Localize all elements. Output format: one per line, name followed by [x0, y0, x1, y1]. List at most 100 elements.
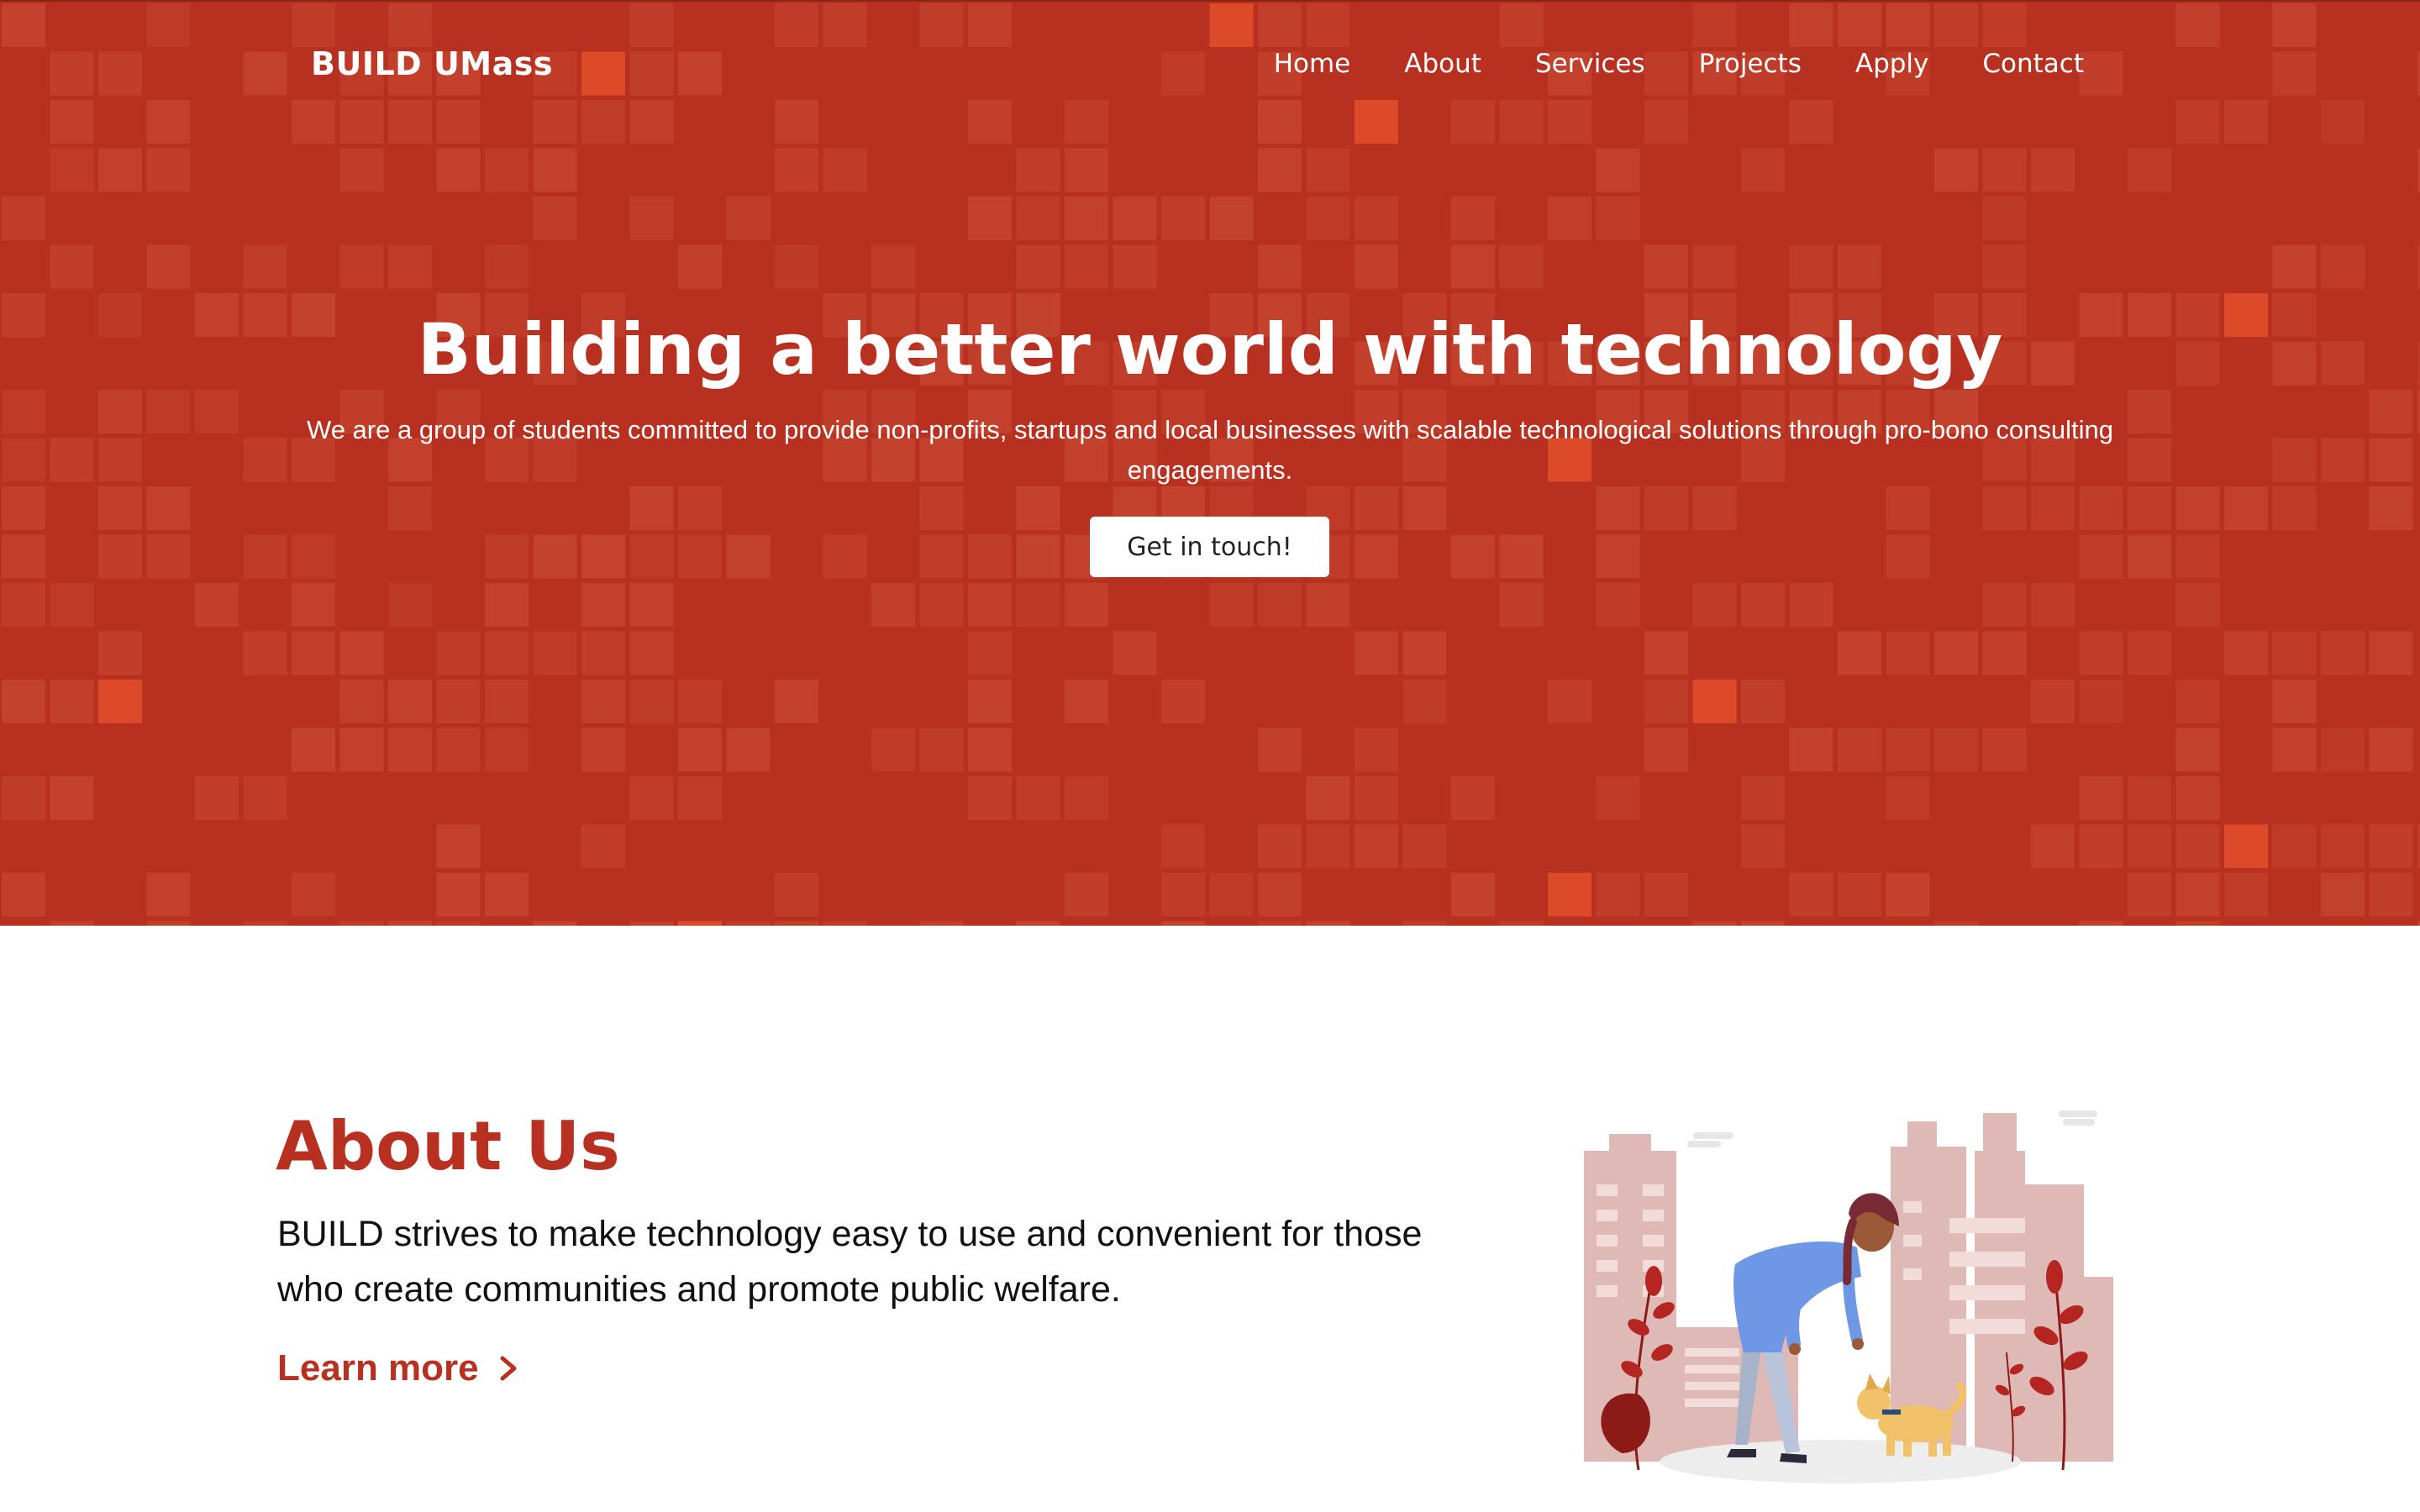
mosaic-tile: [2369, 727, 2413, 772]
nav-item-apply[interactable]: Apply: [1855, 49, 1929, 79]
mosaic-tile: [2079, 824, 2123, 869]
mosaic-tile: [775, 921, 818, 926]
mosaic-tile: [1596, 148, 1640, 192]
mosaic-tile: [919, 486, 964, 530]
mosaic-tile: [726, 534, 771, 579]
mosaic-tile: [581, 631, 625, 675]
mosaic-tile: [243, 921, 287, 926]
mosaic-tile: [1258, 583, 1302, 627]
mosaic-tile: [2, 197, 45, 240]
mosaic-tile: [2079, 486, 2123, 530]
nav-item-projects[interactable]: Projects: [1699, 49, 1802, 79]
mosaic-tile: [2, 438, 45, 482]
mosaic-tile: [1644, 727, 1688, 772]
mosaic-tile: [2175, 873, 2220, 916]
mosaic-tile: [629, 631, 674, 675]
mosaic-tile: [919, 921, 964, 926]
mosaic-tile: [2175, 486, 2220, 530]
mosaic-tile: [1499, 583, 1544, 627]
mosaic-tile: [629, 776, 674, 820]
mosaic-tile: [388, 486, 432, 530]
mosaic-tile: [2, 583, 45, 627]
mosaic-tile: [243, 631, 287, 675]
mosaic-tile: [2079, 921, 2123, 926]
mosaic-tile: [2, 534, 45, 579]
mosaic-tile: [2031, 148, 2075, 192]
mosaic-tile: [50, 583, 94, 627]
mosaic-tile: [388, 727, 432, 772]
mosaic-tile: [726, 197, 771, 240]
mosaic-tile: [2369, 438, 2413, 482]
mosaic-tile: [436, 873, 481, 916]
mosaic-tile: [388, 921, 432, 926]
mosaic-tile: [485, 244, 529, 289]
mosaic-tile: [1886, 534, 1930, 579]
mosaic-tile: [1113, 197, 1157, 240]
mosaic-tile: [871, 727, 915, 772]
mosaic-tile: [2175, 534, 2220, 579]
mosaic-tile: [1741, 776, 1785, 820]
mosaic-tile: [436, 921, 481, 926]
mosaic-tile: [2175, 727, 2220, 772]
mosaic-tile: [968, 583, 1012, 627]
mosaic-tile: [1161, 824, 1205, 869]
mosaic-tile: [968, 631, 1012, 675]
mosaic-tile: [2175, 680, 2220, 723]
mosaic-tile: [2, 776, 45, 820]
mosaic-tile: [1982, 148, 2027, 192]
mosaic-tile: [1016, 921, 1060, 926]
mosaic-tile: [1258, 244, 1302, 289]
mosaic-tile: [1548, 197, 1591, 240]
mosaic-tile: [1355, 486, 1398, 530]
mosaic-tile: [2, 680, 45, 723]
mosaic-tile: [1451, 197, 1495, 240]
mosaic-tile: [1209, 583, 1254, 627]
mosaic-tile: [1982, 583, 2027, 627]
mosaic-tile: [1982, 244, 2027, 289]
mosaic-tile: [2175, 921, 2220, 926]
mosaic-tile: [1306, 776, 1350, 820]
mosaic-tile: [1355, 197, 1398, 240]
mosaic-tile: [2079, 776, 2123, 820]
mosaic-tile: [195, 390, 239, 433]
mosaic-tile: [1113, 244, 1157, 289]
nav-item-about[interactable]: About: [1404, 49, 1481, 79]
nav-item-home[interactable]: Home: [1274, 49, 1351, 79]
about-title: About Us: [276, 1107, 620, 1185]
get-in-touch-button[interactable]: Get in touch!: [1090, 517, 1329, 577]
nav-item-services[interactable]: Services: [1535, 49, 1645, 79]
mosaic-tile: [919, 727, 964, 772]
chevron-right-icon: [500, 1356, 517, 1381]
mosaic-tile: [1258, 727, 1302, 772]
mosaic-tile: [1934, 148, 1978, 192]
learn-more-link[interactable]: Learn more: [277, 1347, 521, 1389]
mosaic-tile: [1692, 583, 1737, 627]
mosaic-tile: [1789, 873, 1833, 916]
mosaic-tile: [1596, 197, 1640, 240]
mosaic-tile: [581, 583, 625, 627]
mosaic-tile: [2272, 631, 2317, 675]
mosaic-tile: [1644, 631, 1688, 675]
mosaic-tile: [1209, 873, 1254, 916]
mosaic-tile: [436, 727, 481, 772]
mosaic-tile: [146, 534, 191, 579]
mosaic-tile: [292, 873, 335, 916]
mosaic-tile: [1789, 727, 1833, 772]
mosaic-tile: [1644, 486, 1688, 530]
mosaic-tile: [1934, 921, 1978, 926]
mosaic-tile: [2128, 534, 2171, 579]
mosaic-tile: [98, 390, 142, 433]
mosaic-tile: [98, 486, 142, 530]
mosaic-tile: [146, 486, 191, 530]
mosaic-tile: [581, 727, 625, 772]
mosaic-tile: [968, 534, 1012, 579]
mosaic-tile: [1886, 873, 1930, 916]
nav-item-contact[interactable]: Contact: [1982, 49, 2084, 79]
mosaic-tile: [2272, 727, 2317, 772]
mosaic-tile: [726, 727, 771, 772]
mosaic-tile: [968, 197, 1012, 240]
mosaic-tile: [2224, 631, 2268, 675]
brand-logo[interactable]: BUILD UMass: [311, 45, 553, 82]
mosaic-tile: [678, 244, 722, 289]
mosaic-tile: [485, 148, 529, 192]
